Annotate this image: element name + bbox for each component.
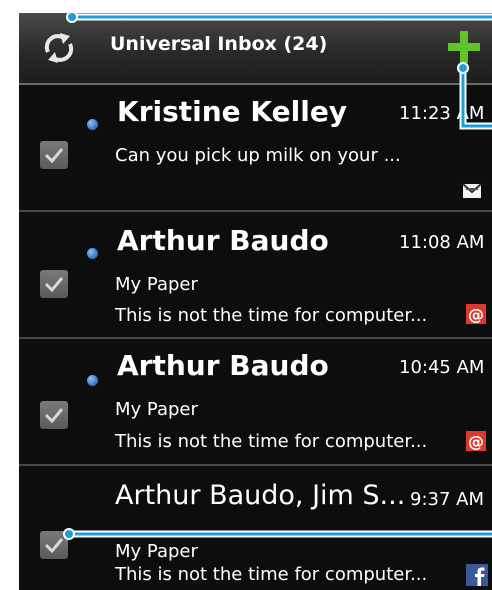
callout-bottom (63, 528, 492, 540)
callout-top (66, 11, 492, 23)
callout-compose (457, 62, 492, 130)
callout-lines (63, 11, 492, 540)
